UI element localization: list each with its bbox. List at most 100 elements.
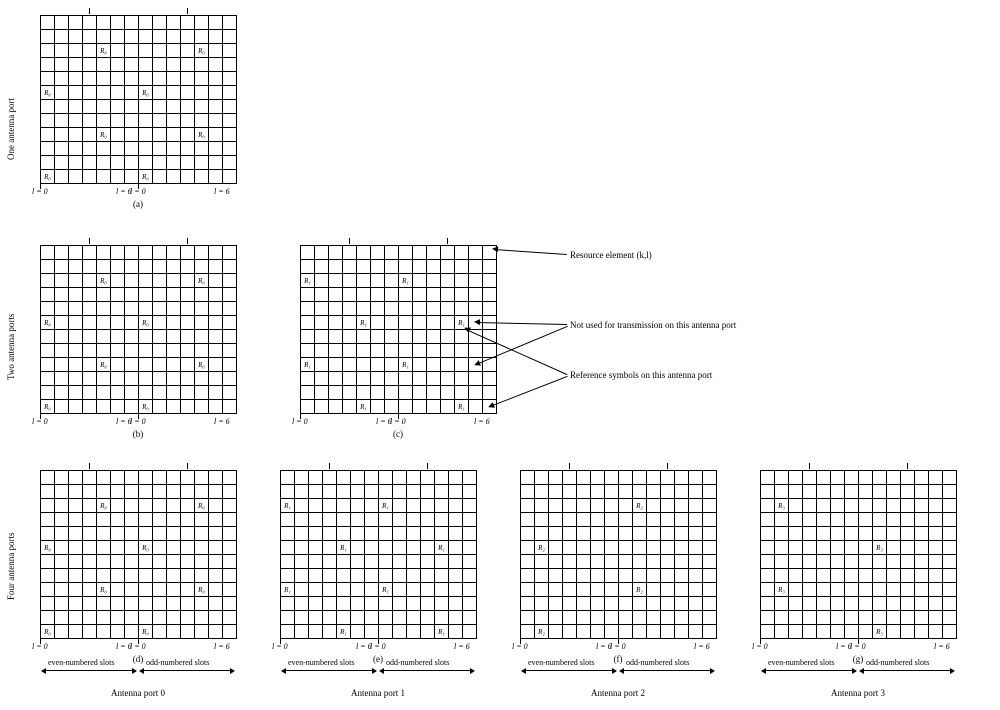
re-cell (385, 372, 399, 386)
re-cell (407, 625, 421, 639)
re-cell (365, 527, 379, 541)
re-cell (441, 330, 455, 344)
re-cell (83, 302, 97, 316)
re-cell (181, 288, 195, 302)
re-cell (647, 513, 661, 527)
re-cell (427, 330, 441, 344)
re-cell (153, 499, 167, 513)
re-cell (463, 611, 477, 625)
port-label: Antenna port 3 (760, 688, 956, 698)
re-cell (351, 471, 365, 485)
re-cell (427, 344, 441, 358)
re-cell (125, 569, 139, 583)
re-cell (41, 527, 55, 541)
re-cell (463, 555, 477, 569)
re-cell (563, 471, 577, 485)
re-cell (125, 260, 139, 274)
re-cell (111, 58, 125, 72)
re-cell (647, 625, 661, 639)
re-cell (295, 499, 309, 513)
re-cell (195, 86, 209, 100)
re-cell (55, 128, 69, 142)
re-cell (83, 372, 97, 386)
re-cell (323, 541, 337, 555)
re-cell (591, 625, 605, 639)
re-cell (83, 499, 97, 513)
re-cell (41, 499, 55, 513)
re-cell (181, 86, 195, 100)
re-cell (315, 288, 329, 302)
re-cell (619, 513, 633, 527)
re-cell (181, 513, 195, 527)
re-cell (343, 246, 357, 260)
re-cell (111, 386, 125, 400)
re-cell (83, 316, 97, 330)
re-cell (295, 485, 309, 499)
re-cell (901, 485, 915, 499)
re-cell (469, 372, 483, 386)
re-cell (427, 316, 441, 330)
re-cell (125, 128, 139, 142)
re-cell (817, 499, 831, 513)
re-cell (915, 485, 929, 499)
re-cell (69, 358, 83, 372)
re-cell (521, 485, 535, 499)
re-cell (393, 541, 407, 555)
re-cell (915, 513, 929, 527)
re-cell (789, 597, 803, 611)
re-cell (97, 30, 111, 44)
re-cell (703, 569, 717, 583)
re-cell (167, 471, 181, 485)
re-cell (379, 485, 393, 499)
ref-symbol-R0: R₀ (195, 274, 209, 288)
re-cell (549, 569, 563, 583)
re-cell (97, 555, 111, 569)
re-cell (69, 400, 83, 414)
re-cell (223, 555, 237, 569)
re-cell (365, 597, 379, 611)
re-cell (661, 569, 675, 583)
re-cell (223, 128, 237, 142)
re-cell (577, 471, 591, 485)
re-cell (125, 100, 139, 114)
re-cell (41, 611, 55, 625)
re-cell (83, 611, 97, 625)
re-cell (153, 316, 167, 330)
re-cell (223, 114, 237, 128)
re-cell (647, 597, 661, 611)
re-cell (605, 583, 619, 597)
re-cell (83, 541, 97, 555)
re-cell (111, 344, 125, 358)
re-cell (463, 513, 477, 527)
re-cell (803, 527, 817, 541)
re-cell (209, 372, 223, 386)
re-cell (803, 513, 817, 527)
re-cell (281, 597, 295, 611)
re-cell (125, 386, 139, 400)
re-cell (69, 288, 83, 302)
re-cell (427, 274, 441, 288)
re-cell (619, 611, 633, 625)
re-cell (55, 527, 69, 541)
re-cell (111, 100, 125, 114)
ref-symbol-R0: R₀ (97, 44, 111, 58)
re-cell (647, 485, 661, 499)
re-cell (111, 400, 125, 414)
re-cell (281, 513, 295, 527)
re-cell (55, 316, 69, 330)
re-cell (675, 499, 689, 513)
re-cell (413, 372, 427, 386)
re-cell (901, 597, 915, 611)
re-cell (789, 541, 803, 555)
re-cell (421, 471, 435, 485)
re-cell (351, 541, 365, 555)
arrow-re (494, 249, 567, 255)
re-cell (483, 302, 497, 316)
re-cell (97, 400, 111, 414)
re-cell (223, 400, 237, 414)
re-cell (97, 142, 111, 156)
re-cell (55, 274, 69, 288)
re-cell (915, 471, 929, 485)
axis-label: l = 0 (390, 417, 406, 426)
re-cell (97, 527, 111, 541)
